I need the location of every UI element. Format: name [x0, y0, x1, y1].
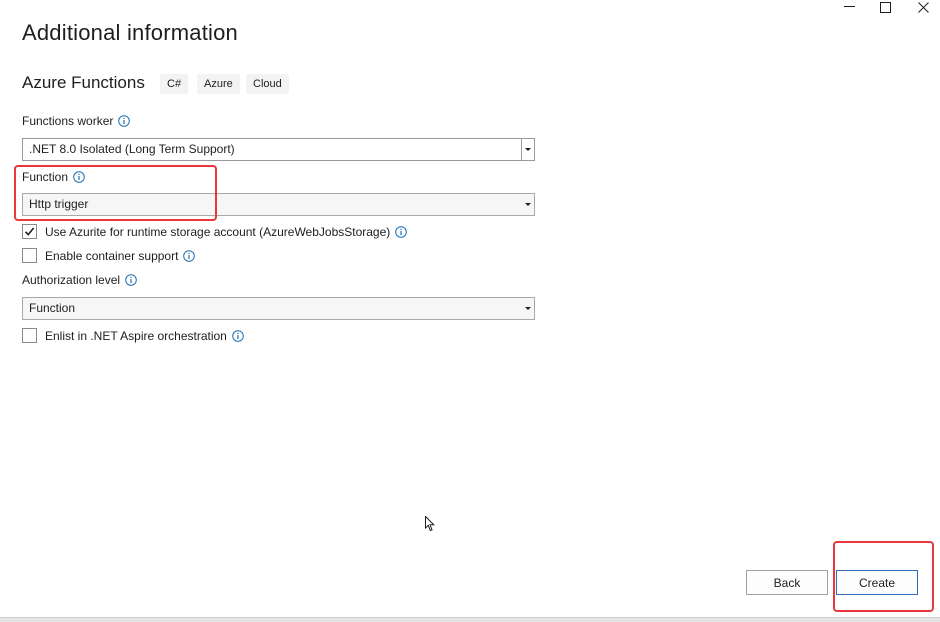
- function-dropdown[interactable]: Http trigger: [22, 193, 535, 216]
- use-azurite-option: Use Azurite for runtime storage account …: [22, 224, 408, 239]
- info-icon[interactable]: [73, 171, 85, 183]
- use-azurite-label: Use Azurite for runtime storage account …: [45, 224, 391, 239]
- enable-container-label: Enable container support: [45, 248, 179, 263]
- chevron-down-icon[interactable]: [521, 139, 534, 160]
- functions-worker-dropdown[interactable]: .NET 8.0 Isolated (Long Term Support): [22, 138, 535, 161]
- enlist-aspire-checkbox[interactable]: [22, 328, 37, 343]
- window-bottom-edge: [0, 617, 940, 622]
- back-button[interactable]: Back: [746, 570, 828, 595]
- info-icon[interactable]: [395, 225, 408, 238]
- info-icon[interactable]: [125, 274, 137, 286]
- tag-project-type: Cloud: [246, 74, 289, 94]
- enlist-aspire-option: Enlist in .NET Aspire orchestration: [22, 328, 244, 343]
- use-azurite-checkbox[interactable]: [22, 224, 37, 239]
- functions-worker-value: .NET 8.0 Isolated (Long Term Support): [29, 142, 235, 156]
- tag-language: C#: [160, 74, 189, 94]
- page-title: Additional information: [22, 20, 238, 45]
- authorization-level-label-text: Authorization level: [22, 273, 121, 287]
- minimize-button[interactable]: [834, 0, 864, 14]
- authorization-level-dropdown[interactable]: Function: [22, 297, 535, 320]
- function-label: Function: [22, 170, 85, 184]
- tag-platform: Azure: [197, 74, 240, 94]
- functions-worker-label-text: Functions worker: [22, 114, 114, 128]
- dialog-window: Additional information Azure Functions C…: [0, 0, 940, 622]
- close-icon: [917, 1, 929, 13]
- maximize-icon: [879, 1, 891, 13]
- enlist-aspire-label: Enlist in .NET Aspire orchestration: [45, 328, 227, 343]
- function-value: Http trigger: [29, 197, 89, 211]
- close-button[interactable]: [908, 0, 938, 14]
- enable-container-option: Enable container support: [22, 248, 196, 263]
- functions-worker-label: Functions worker: [22, 114, 131, 128]
- chevron-down-icon[interactable]: [522, 298, 534, 319]
- authorization-level-label: Authorization level: [22, 273, 137, 287]
- function-label-text: Function: [22, 170, 69, 184]
- project-template-name: Azure Functions: [22, 73, 145, 92]
- maximize-button[interactable]: [870, 0, 900, 14]
- mouse-pointer-icon: [425, 515, 436, 532]
- info-icon[interactable]: [183, 249, 196, 262]
- authorization-level-value: Function: [29, 301, 76, 315]
- info-icon[interactable]: [232, 329, 244, 342]
- enable-container-checkbox[interactable]: [22, 248, 37, 263]
- chevron-down-icon[interactable]: [522, 194, 534, 215]
- create-button[interactable]: Create: [836, 570, 918, 595]
- info-icon[interactable]: [118, 115, 131, 127]
- minimize-icon: [843, 6, 855, 8]
